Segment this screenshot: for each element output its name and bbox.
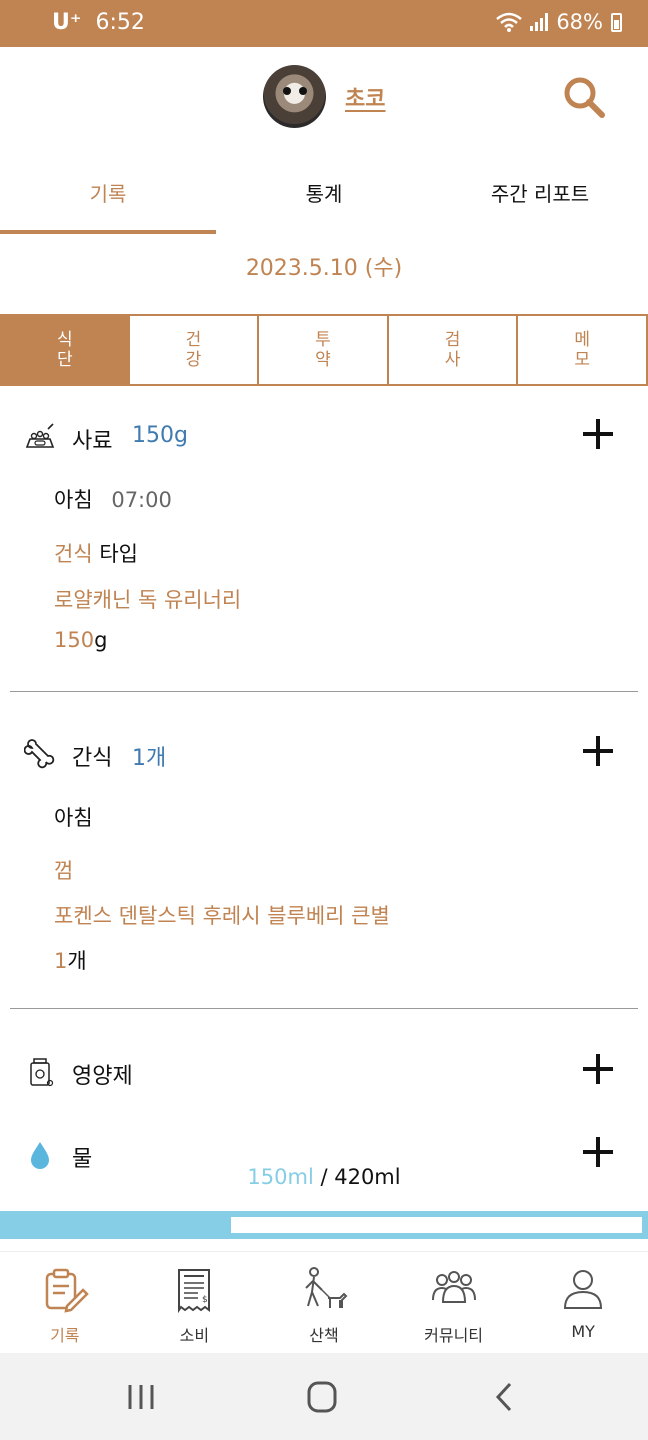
add-water-button[interactable] [583,1137,613,1167]
category-memo[interactable]: 메모 [518,314,648,386]
svg-text:$: $ [202,1295,208,1305]
system-navigation-bar [0,1353,648,1440]
category-label: 투약 [315,330,331,370]
category-test[interactable]: 검사 [388,314,519,386]
tab-record[interactable]: 기록 [0,150,216,234]
water-current: 150ml [247,1165,314,1189]
receipt-icon: $ [178,1269,211,1314]
snack-amount: 1개 [54,945,87,975]
water-separator: / [313,1165,335,1189]
nav-label: MY [571,1322,595,1341]
food-type: 건식 타입 [54,538,138,568]
clipboard-icon [45,1268,89,1313]
add-food-button[interactable] [583,419,613,449]
profile-header: 초코 [0,47,648,147]
snack-amount-unit: 개 [67,949,87,973]
food-section-header: 사료 150g [0,415,648,455]
tab-weekly-report[interactable]: 주간 리포트 [432,150,648,234]
category-label: 메모 [574,330,590,370]
nav-spending[interactable]: $ 소비 [130,1252,260,1353]
category-health[interactable]: 건강 [129,314,260,386]
dog-walk-icon [305,1267,348,1308]
water-goal: 420ml [334,1165,401,1189]
status-bar: U⁺ 6:52 68% [0,0,648,47]
search-icon[interactable] [562,75,606,119]
signal-icon [530,13,549,31]
category-medication[interactable]: 투약 [259,314,389,386]
nav-my[interactable]: MY [518,1252,648,1353]
tab-statistics[interactable]: 통계 [216,150,432,234]
category-label: 식단 [56,330,73,370]
food-type-suffix: 타입 [99,542,138,566]
category-selector: 식단 건강 투약 검사 메모 [0,314,648,386]
water-amount: 150ml / 420ml [0,1165,648,1189]
battery-icon [611,12,622,32]
snack-section-header: 간식 1개 [0,732,648,772]
recent-apps-icon[interactable] [121,1381,161,1413]
wifi-icon [496,12,523,32]
user-icon [564,1270,603,1309]
nav-community[interactable]: 커뮤니티 [389,1252,519,1353]
home-icon[interactable] [302,1381,342,1413]
food-total: 150g [132,423,188,448]
food-product: 로얄캐닌 독 유리너리 [54,588,242,612]
category-label: 건강 [185,330,202,370]
food-amount: 150g [54,628,107,652]
back-icon[interactable] [484,1381,524,1413]
food-amount-unit: g [94,628,108,652]
nav-label: 소비 [179,1326,210,1345]
food-amount-value: 150 [54,628,95,652]
snack-type: 껌 [54,859,74,883]
section-divider [10,691,638,692]
pet-name-link[interactable]: 초코 [345,81,385,113]
nav-label: 산책 [309,1326,339,1345]
main-tabs: 기록 통계 주간 리포트 [0,150,648,234]
add-supplement-button[interactable] [583,1054,613,1084]
snack-title: 간식 [72,746,113,771]
nav-walk[interactable]: 산책 [259,1252,389,1353]
category-label: 검사 [444,330,461,370]
snack-total: 1개 [132,746,167,771]
nav-label: 커뮤니티 [424,1326,484,1345]
snack-product: 포켄스 덴탈스틱 후레시 블루베리 큰별 [54,904,390,928]
meal-time: 07:00 [111,488,172,512]
add-snack-button[interactable] [583,736,613,766]
nav-record[interactable]: 기록 [0,1252,130,1353]
people-icon [431,1271,476,1303]
selected-date[interactable]: 2023.5.10 (수) [0,250,648,282]
meal-label: 아침 [54,488,93,512]
avatar[interactable] [263,65,326,128]
section-divider [10,1008,638,1009]
food-title: 사료 [72,429,113,454]
carrier-label: U⁺ [52,10,82,35]
snack-amount-value: 1 [54,949,68,973]
food-meal-time[interactable]: 아침 07:00 [54,484,172,514]
bone-icon [24,739,55,769]
nav-label: 기록 [50,1326,80,1345]
supplement-bottle-icon [30,1058,54,1087]
food-bowl-icon [25,423,55,448]
snack-meal-time[interactable]: 아침 [54,802,93,832]
water-progress-remaining [231,1217,642,1233]
supplement-title: 영양제 [72,1064,133,1089]
bottom-navigation: 기록 $ 소비 산책 커뮤니티 MY [0,1251,648,1353]
category-diet[interactable]: 식단 [0,314,130,386]
supplement-section-header: 영양제 [0,1050,648,1090]
water-progress-bar [0,1211,648,1239]
food-type-value: 건식 [54,542,93,566]
battery-percent: 68% [556,10,603,34]
status-time: 6:52 [95,10,145,35]
